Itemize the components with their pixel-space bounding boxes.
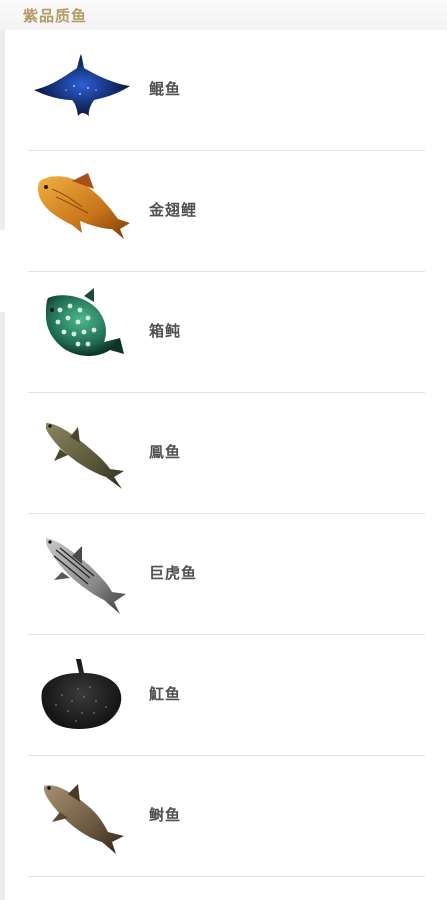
fish-name: 鳯鱼 [149,443,182,461]
section-title: 紫品质鱼 [23,7,88,25]
fish-list: 鲲鱼 金翅鲤 箱鲀 鳯鱼 巨虎鱼 魟鱼 鲥鱼 [0,30,447,877]
fish-name: 金翅鲤 [149,201,198,219]
divider [28,876,425,877]
fish-list-item[interactable]: 巨虎鱼 [0,514,447,635]
manta-ray-icon [34,54,130,116]
fish-list-item[interactable]: 鳯鱼 [0,393,447,514]
fish-list-item[interactable]: 金翅鲤 [0,151,447,272]
fish-list-item[interactable]: 鲥鱼 [0,756,447,877]
fish-name: 箱鲀 [149,322,182,340]
tigerfish-icon [46,538,126,614]
shad-icon [44,784,124,854]
slender-fish-icon [46,423,124,489]
fish-list-item[interactable]: 魟鱼 [0,635,447,756]
fish-name: 巨虎鱼 [149,564,198,582]
fish-list-item[interactable]: 箱鲀 [0,272,447,393]
fish-list-item[interactable]: 鲲鱼 [0,30,447,151]
stingray-icon [41,659,122,729]
section-header: 紫品质鱼 [0,0,447,30]
fish-name: 鲥鱼 [149,806,182,824]
fish-name: 鲲鱼 [149,80,182,98]
golden-carp-icon [37,173,131,239]
fish-name: 魟鱼 [149,685,182,703]
boxfish-icon [46,288,124,356]
